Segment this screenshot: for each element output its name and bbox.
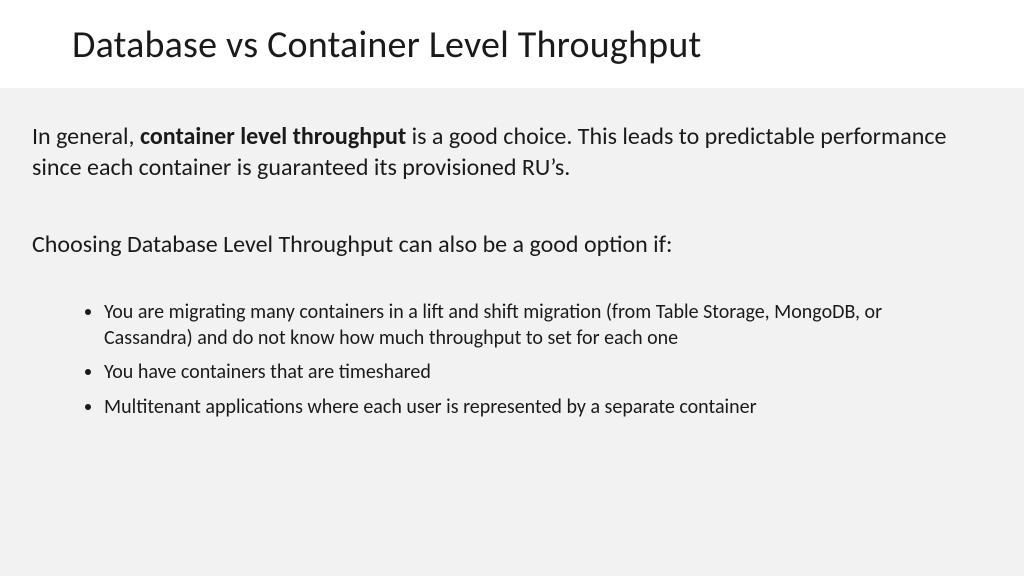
p1-bold: container level throughput	[140, 122, 406, 151]
p1-pre: In general,	[32, 122, 140, 151]
slide-title: Database vs Container Level Throughput	[72, 22, 1024, 68]
paragraph-intro: In general, container level throughput i…	[32, 122, 992, 183]
slide: Database vs Container Level Throughput I…	[0, 0, 1024, 576]
slide-header: Database vs Container Level Throughput	[0, 0, 1024, 88]
bullet-list: You are migrating many containers in a l…	[32, 299, 992, 421]
paragraph-lead: Choosing Database Level Throughput can a…	[32, 229, 992, 260]
list-item: Multitenant applications where each user…	[104, 394, 992, 420]
list-item: You have containers that are timeshared	[104, 359, 992, 385]
list-item: You are migrating many containers in a l…	[104, 299, 992, 352]
slide-body: In general, container level throughput i…	[0, 88, 1024, 576]
